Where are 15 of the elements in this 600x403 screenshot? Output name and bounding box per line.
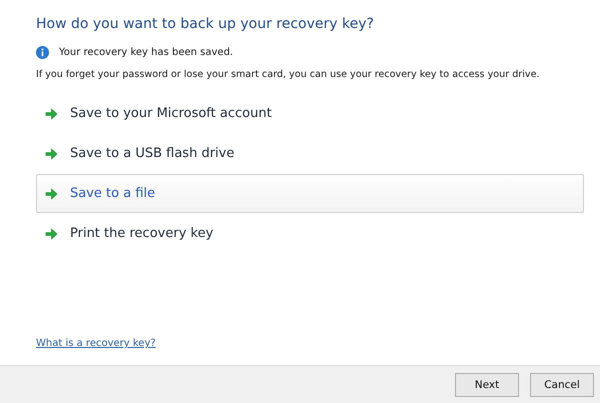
dialog-heading: How do you want to back up your recovery key? <box>36 16 375 32</box>
help-link[interactable]: What is a recovery key? <box>36 338 156 349</box>
backup-option[interactable]: Print the recovery key <box>36 214 584 253</box>
next-button[interactable]: Next <box>455 372 519 396</box>
arrow-icon <box>45 228 58 240</box>
info-icon <box>36 46 49 59</box>
arrow-icon <box>45 108 58 120</box>
backup-option[interactable]: Save to your Microsoft account <box>36 94 584 133</box>
cancel-button[interactable]: Cancel <box>530 372 594 396</box>
arrow-icon <box>45 148 58 160</box>
description-text: If you forget your password or lose your smart card, you can use your recovery key to access your drive. <box>36 69 541 80</box>
notice-text: Your recovery key has been saved. <box>59 47 234 58</box>
arrow-icon <box>45 188 58 200</box>
backup-option[interactable]: Save to a USB flash drive <box>36 134 584 173</box>
backup-option[interactable]: Save to a file <box>36 174 584 213</box>
